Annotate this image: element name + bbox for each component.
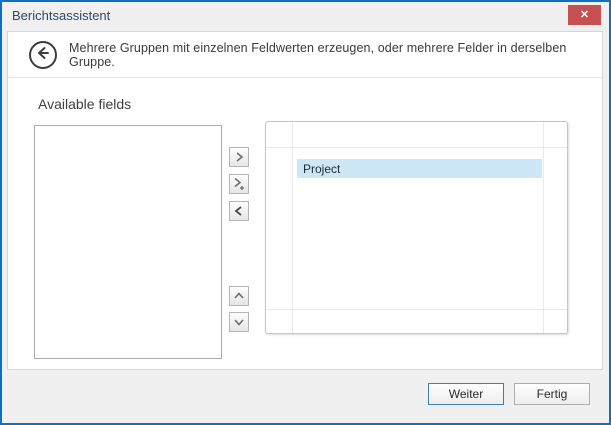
chevron-down-icon: [233, 316, 245, 328]
add-field-button[interactable]: [229, 147, 249, 167]
left-arrow-icon: [34, 44, 52, 67]
table-column-divider-left: [292, 122, 293, 333]
available-fields-list[interactable]: [34, 125, 222, 359]
chevron-left-icon: [233, 205, 245, 217]
table-header-divider: [266, 147, 567, 148]
wizard-header: Mehrere Gruppen mit einzelnen Feldwerten…: [8, 32, 602, 78]
available-fields-label: Available fields: [38, 96, 131, 112]
chevron-right-plus-icon: [232, 177, 246, 191]
groups-table[interactable]: Project: [265, 121, 568, 334]
close-icon: ✕: [580, 9, 589, 21]
next-button[interactable]: Weiter: [428, 383, 504, 405]
remove-field-button[interactable]: [229, 201, 249, 221]
wizard-description: Mehrere Gruppen mit einzelnen Feldwerten…: [69, 32, 602, 77]
window-title: Berichtsassistent: [12, 2, 110, 29]
table-column-divider-right: [543, 122, 544, 333]
report-wizard-dialog: Berichtsassistent ✕ Mehrere Gruppen mit …: [0, 0, 611, 425]
table-footer-divider: [266, 309, 567, 310]
chevron-up-icon: [233, 290, 245, 302]
wizard-content-panel: Mehrere Gruppen mit einzelnen Feldwerten…: [7, 31, 603, 370]
title-bar[interactable]: Berichtsassistent ✕: [2, 2, 609, 29]
chevron-right-icon: [233, 151, 245, 163]
move-up-button[interactable]: [229, 286, 249, 306]
move-down-button[interactable]: [229, 312, 249, 332]
group-row-project[interactable]: Project: [297, 159, 542, 178]
finish-button[interactable]: Fertig: [514, 383, 590, 405]
back-button[interactable]: [29, 41, 57, 69]
add-field-to-group-button[interactable]: [229, 174, 249, 194]
close-button[interactable]: ✕: [568, 5, 601, 25]
